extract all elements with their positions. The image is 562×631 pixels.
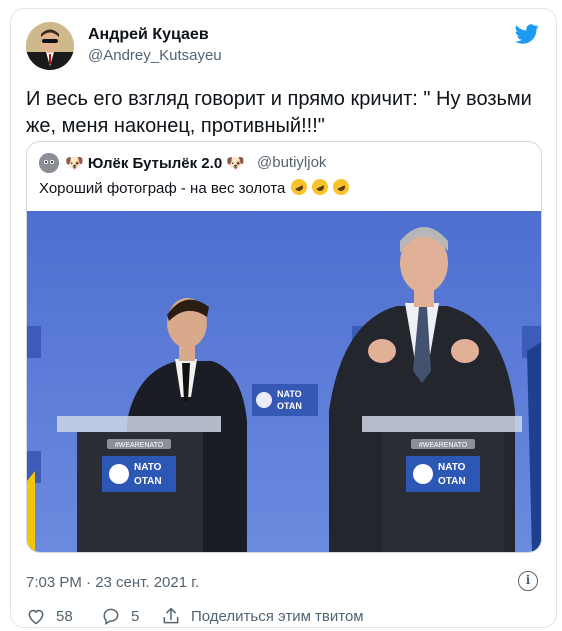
share-label: Поделиться этим твитом <box>191 607 364 625</box>
backdrop-label-nato: NATO <box>277 389 302 399</box>
left-podium-nato: NATO <box>134 462 162 473</box>
quoted-photo[interactable]: NATO OTAN #WEARENATO NATO OTAN #WEARENAT… <box>27 211 542 553</box>
right-podium: #WEARENATO NATO OTAN <box>362 416 522 552</box>
left-podium: #WEARENATO NATO OTAN <box>57 416 221 552</box>
quote-text-line: Хороший фотограф - на вес золота <box>39 176 352 198</box>
reply-button[interactable]: 5 <box>101 606 139 626</box>
tweet-card[interactable]: Андрей Куцаев @Andrey_Kutsayeu И весь ег… <box>10 8 557 628</box>
dog-emoji-icon: 🐶 <box>65 155 84 172</box>
tweet-timestamp[interactable]: 7:03 PM · 23 сент. 2021 г. <box>26 574 199 591</box>
info-icon[interactable]: i <box>518 571 538 591</box>
right-podium-otan: OTAN <box>438 476 466 487</box>
quote-author-handle[interactable]: @butiyljok <box>257 154 326 171</box>
tweet-text: И весь его взгляд говорит и прямо кричит… <box>26 88 532 137</box>
rofl-emoji-icon <box>330 176 352 198</box>
right-podium-tag: #WEARENATO <box>419 442 468 449</box>
quoted-tweet[interactable]: 🐶 Юлёк Бутылёк 2.0 🐶 @butiyljok Хороший … <box>26 141 542 553</box>
author-avatar[interactable] <box>26 22 74 70</box>
reply-count: 5 <box>131 607 140 625</box>
left-podium-otan: OTAN <box>134 476 162 487</box>
rofl-emoji-icon <box>309 176 331 198</box>
like-count: 58 <box>56 607 73 625</box>
like-button[interactable]: 58 <box>26 606 73 626</box>
quote-author-avatar[interactable] <box>39 153 59 173</box>
share-icon <box>163 607 179 624</box>
reply-icon <box>103 608 119 625</box>
twitter-bird-icon[interactable] <box>514 22 540 46</box>
rofl-emoji-icon <box>287 176 310 198</box>
author-name[interactable]: Андрей Куцаев <box>88 26 209 44</box>
backdrop-label-otan: OTAN <box>277 401 302 411</box>
quote-text: Хороший фотограф - на вес золота <box>39 180 286 197</box>
heart-icon <box>28 609 44 625</box>
author-handle[interactable]: @Andrey_Kutsayeu <box>88 47 222 64</box>
share-button[interactable]: Поделиться этим твитом <box>161 606 364 626</box>
right-podium-nato: NATO <box>438 462 466 473</box>
left-podium-tag: #WEARENATO <box>115 442 164 449</box>
quote-author-name[interactable]: 🐶 Юлёк Бутылёк 2.0 🐶 <box>65 154 245 172</box>
dog-emoji-icon: 🐶 <box>226 155 246 172</box>
